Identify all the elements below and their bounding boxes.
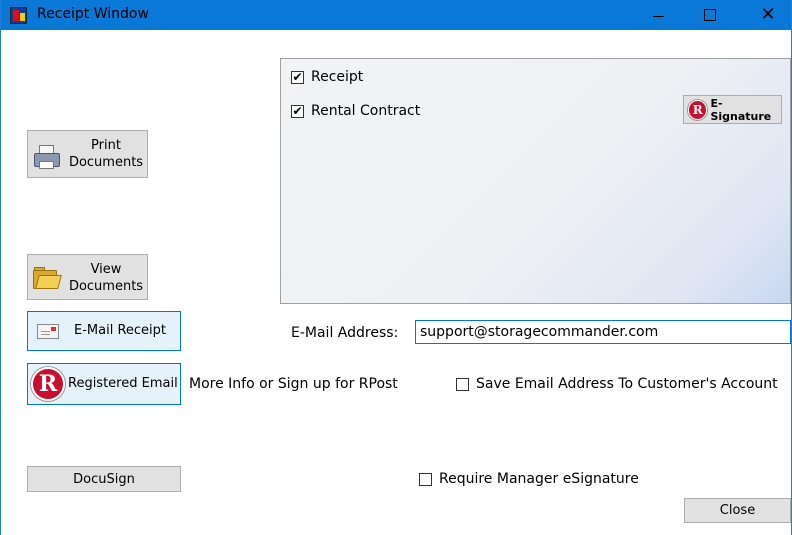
- manager-esignature-option[interactable]: Require Manager eSignature: [419, 471, 639, 487]
- rental-contract-option-label: Rental Contract: [311, 103, 421, 119]
- rpost-esig-icon: R: [688, 99, 708, 120]
- save-email-label: Save Email Address To Customer's Account: [476, 376, 778, 392]
- save-email-checkbox[interactable]: [456, 377, 469, 391]
- title-bar[interactable]: Receipt Window ✕: [1, 0, 791, 30]
- email-address-label: E-Mail Address:: [291, 325, 399, 341]
- esignature-button[interactable]: R E-Signature: [683, 95, 782, 124]
- view-label-line2: Documents: [68, 279, 144, 294]
- docusign-label: DocuSign: [73, 471, 135, 487]
- view-documents-button[interactable]: View Documents: [27, 254, 148, 300]
- print-documents-button[interactable]: Print Documents: [27, 130, 148, 178]
- rpost-logo-icon: R: [31, 367, 65, 401]
- window-title: Receipt Window: [37, 6, 149, 22]
- folder-icon: [33, 267, 62, 289]
- docusign-button[interactable]: DocuSign: [27, 466, 181, 492]
- close-window-button[interactable]: ✕: [745, 0, 791, 30]
- registered-email-label: Registered Email: [68, 376, 178, 391]
- maximize-button[interactable]: [687, 0, 733, 30]
- envelope-icon: [37, 324, 59, 339]
- receipt-option[interactable]: ✔ Receipt: [291, 69, 363, 85]
- maximize-icon: [704, 9, 716, 21]
- minimize-icon: [652, 15, 664, 17]
- manager-esignature-label: Require Manager eSignature: [439, 471, 639, 487]
- rental-contract-checkbox[interactable]: ✔: [291, 104, 304, 118]
- rpost-info-link[interactable]: More Info or Sign up for RPost: [189, 376, 398, 392]
- close-button-label: Close: [719, 503, 756, 518]
- print-label-line2: Documents: [68, 155, 144, 170]
- close-icon: ✕: [760, 4, 776, 25]
- app-icon: [10, 7, 27, 24]
- email-receipt-button[interactable]: E-Mail Receipt: [27, 311, 181, 351]
- manager-esignature-checkbox[interactable]: [419, 472, 432, 486]
- receipt-option-label: Receipt: [311, 69, 364, 85]
- registered-email-button[interactable]: R Registered Email: [27, 363, 181, 405]
- print-label-line1: Print: [91, 138, 121, 153]
- rental-contract-option[interactable]: ✔ Rental Contract: [291, 103, 420, 119]
- view-label-line1: View: [90, 262, 122, 277]
- email-receipt-label: E-Mail Receipt: [74, 323, 166, 338]
- close-button[interactable]: Close: [684, 498, 791, 523]
- receipt-checkbox[interactable]: ✔: [291, 70, 304, 84]
- minimize-button[interactable]: [635, 0, 681, 30]
- esignature-label: E-Signature: [710, 96, 772, 123]
- save-email-option[interactable]: Save Email Address To Customer's Account: [456, 376, 778, 392]
- printer-icon: [33, 143, 60, 169]
- receipt-window: Receipt Window ✕ Print Documents View Do…: [0, 0, 792, 535]
- email-address-input[interactable]: [415, 320, 791, 344]
